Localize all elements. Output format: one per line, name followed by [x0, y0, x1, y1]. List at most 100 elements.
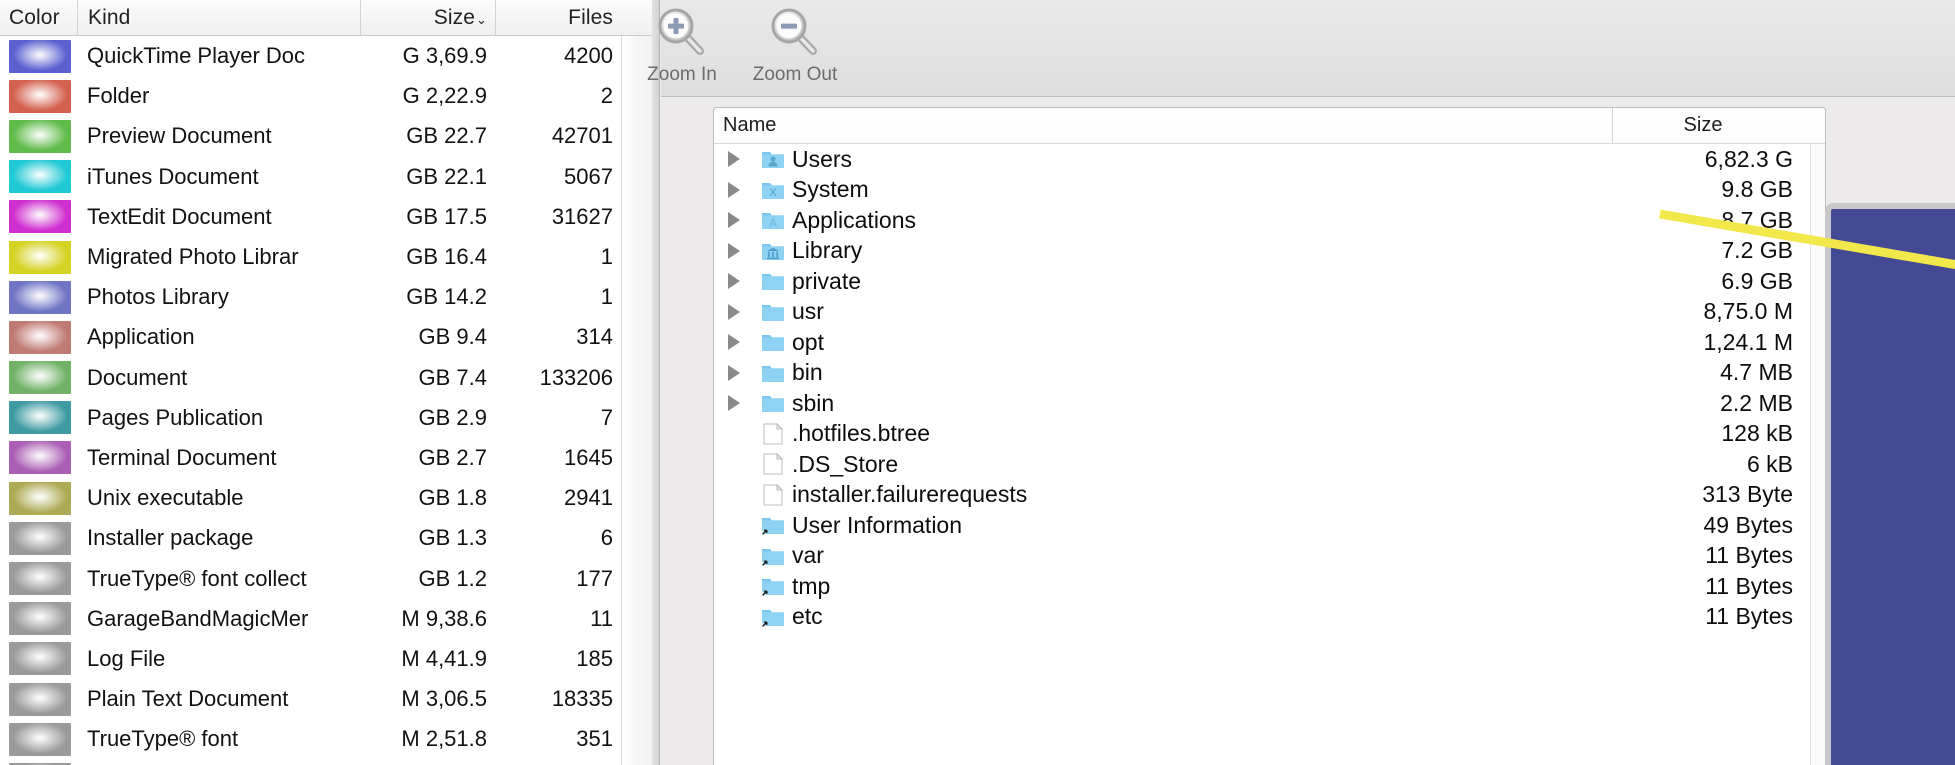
table-row[interactable]: Migrated Photo Librar 16.4 GB 1 — [0, 237, 659, 277]
table-row[interactable]: Photos Library 14.2 GB 1 — [0, 277, 659, 317]
disclosure-triangle-icon[interactable] — [714, 205, 754, 236]
color-swatch-cell — [0, 639, 77, 679]
chevron-right-icon — [728, 151, 740, 168]
document-icon — [754, 480, 792, 511]
table-row[interactable]: Terminal Document 2.7 GB 1645 — [0, 438, 659, 478]
file-row[interactable]: X System 9.8 GB — [714, 175, 1825, 206]
file-row[interactable]: var 11 Bytes — [714, 541, 1825, 572]
kind-table-header: Color Kind Size ⌄ Files — [0, 0, 659, 36]
disclosure-triangle-icon[interactable] — [714, 236, 754, 267]
table-row[interactable]: Preview Document 22.7 GB 42701 — [0, 116, 659, 156]
chevron-right-icon — [728, 303, 740, 320]
magnifier-plus-icon — [654, 6, 710, 60]
file-name: Users — [792, 145, 853, 172]
table-row[interactable]: GarageBandMagicMer 9,38.6 M 11 — [0, 599, 659, 639]
disclosure-triangle-icon[interactable] — [714, 266, 754, 297]
table-row[interactable]: TrueType® font 2,51.8 M 351 — [0, 719, 659, 759]
color-swatch — [9, 320, 71, 354]
cell-size: 1.2 GB — [418, 565, 487, 591]
column-header-size-label: Size — [433, 5, 475, 29]
table-row[interactable]: QuickTime Player Doc 3,69.9 G 4200 — [0, 36, 659, 76]
color-swatch-cell — [0, 317, 77, 357]
table-row[interactable]: Installer package 1.3 GB 6 — [0, 518, 659, 558]
folder-icon — [754, 297, 792, 328]
file-name: Library — [792, 237, 863, 264]
zoom-out-button[interactable]: Zoom Out — [736, 0, 854, 94]
color-swatch — [9, 119, 71, 153]
file-row[interactable]: Library 7.2 GB — [714, 236, 1825, 267]
table-row[interactable]: iTunes Document 22.1 GB 5067 — [0, 157, 659, 197]
table-row[interactable]: TrueType® font collect 1.2 GB 177 — [0, 558, 659, 598]
file-browser-scrollbar[interactable] — [1810, 144, 1825, 765]
cell-size: 4,41.9 M — [401, 645, 487, 671]
column-header-browser-size-label: Size — [1683, 114, 1723, 136]
table-row[interactable]: TextEdit Document 17.5 GB 31627 — [0, 197, 659, 237]
column-header-color[interactable]: Color — [0, 0, 77, 35]
cell-size: 1.3 GB — [418, 525, 487, 551]
folder-apps-icon: A — [754, 205, 792, 236]
preview-pane — [1825, 203, 1955, 765]
column-header-kind[interactable]: Kind — [77, 0, 360, 35]
table-row[interactable]: Unix executable 1.8 GB 2941 — [0, 478, 659, 518]
cell-size: 22.1 GB — [406, 163, 487, 189]
disclosure-spacer — [714, 510, 754, 541]
table-row[interactable]: Document 7.4 GB 133206 — [0, 358, 659, 398]
file-size: 11 Bytes — [1705, 542, 1793, 569]
file-size: 6.9 GB — [1721, 267, 1793, 294]
file-name: sbin — [792, 389, 835, 416]
folder-icon — [754, 358, 792, 389]
file-row[interactable]: .hotfiles.btree 128 kB — [714, 419, 1825, 450]
disclosure-triangle-icon[interactable] — [714, 388, 754, 419]
disclosure-triangle-icon[interactable] — [714, 358, 754, 389]
table-row[interactable]: Pages Publication 2.9 GB 7 — [0, 398, 659, 438]
color-swatch — [9, 481, 71, 515]
left-panel-edge — [652, 0, 659, 765]
file-row[interactable]: opt 1,24.1 M — [714, 327, 1825, 358]
table-row[interactable]: Log File 4,41.9 M 185 — [0, 639, 659, 679]
cell-kind: Application — [87, 324, 195, 350]
column-header-name[interactable]: Name — [714, 108, 1612, 143]
table-row[interactable]: OpenType® font2,02.6 M146 — [0, 759, 659, 765]
color-swatch — [9, 79, 71, 113]
disclosure-triangle-icon[interactable] — [714, 144, 754, 175]
file-row[interactable]: installer.failurerequests 313 Byte — [714, 480, 1825, 511]
column-header-browser-size[interactable]: Size — [1612, 108, 1825, 143]
magnifier-minus-icon — [767, 6, 823, 60]
disclosure-triangle-icon[interactable] — [714, 175, 754, 206]
table-row[interactable]: Folder 2,22.9 G2 — [0, 76, 659, 116]
table-row[interactable]: Application 9.4 GB 314 — [0, 317, 659, 357]
file-row[interactable]: tmp 11 Bytes — [714, 571, 1825, 602]
disclosure-spacer — [714, 480, 754, 511]
folder-icon — [754, 327, 792, 358]
cell-size: 1.8 GB — [418, 485, 487, 511]
file-row[interactable]: sbin 2.2 MB — [714, 388, 1825, 419]
file-browser: Name Size Users 6,82.3 G X System 9.8 GB A App… — [713, 107, 1826, 765]
file-row[interactable]: A Applications 8.7 GB — [714, 205, 1825, 236]
cell-size: 22.7 GB — [406, 123, 487, 149]
file-row[interactable]: etc 11 Bytes — [714, 602, 1825, 633]
kind-table-body: QuickTime Player Doc 3,69.9 G 4200 Folder 2,… — [0, 36, 659, 765]
file-name: installer.failurerequests — [792, 481, 1028, 508]
cell-size: 2.9 GB — [418, 404, 487, 430]
file-row[interactable]: .DS_Store 6 kB — [714, 449, 1825, 480]
table-row[interactable]: Plain Text Document 3,06.5 M 18335 — [0, 679, 659, 719]
color-swatch — [9, 441, 71, 475]
cell-kind: TrueType® font — [87, 726, 239, 752]
zoom-out-label: Zoom Out — [752, 64, 838, 85]
app-window: Color Kind Size ⌄ Files QuickTime Player… — [0, 0, 1955, 765]
file-row[interactable]: Users 6,82.3 G — [714, 144, 1825, 175]
file-row[interactable]: private 6.9 GB — [714, 266, 1825, 297]
cell-size: 3,69.9 G — [402, 43, 487, 69]
disclosure-triangle-icon[interactable] — [714, 327, 754, 358]
cell-size: 2,22.9 G — [402, 83, 487, 109]
file-size: 11 Bytes — [1705, 603, 1793, 630]
file-row[interactable]: bin 4.7 MB — [714, 358, 1825, 389]
color-swatch-cell — [0, 438, 77, 478]
file-size: 8,75.0 M — [1703, 298, 1794, 325]
file-row[interactable]: User Information 49 Bytes — [714, 510, 1825, 541]
column-header-kind-label: Kind — [88, 5, 131, 29]
file-row[interactable]: usr 8,75.0 M — [714, 297, 1825, 328]
disclosure-triangle-icon[interactable] — [714, 297, 754, 328]
column-header-size[interactable]: Size ⌄ — [360, 0, 495, 35]
zoom-in-button[interactable]: Zoom In — [623, 0, 741, 94]
